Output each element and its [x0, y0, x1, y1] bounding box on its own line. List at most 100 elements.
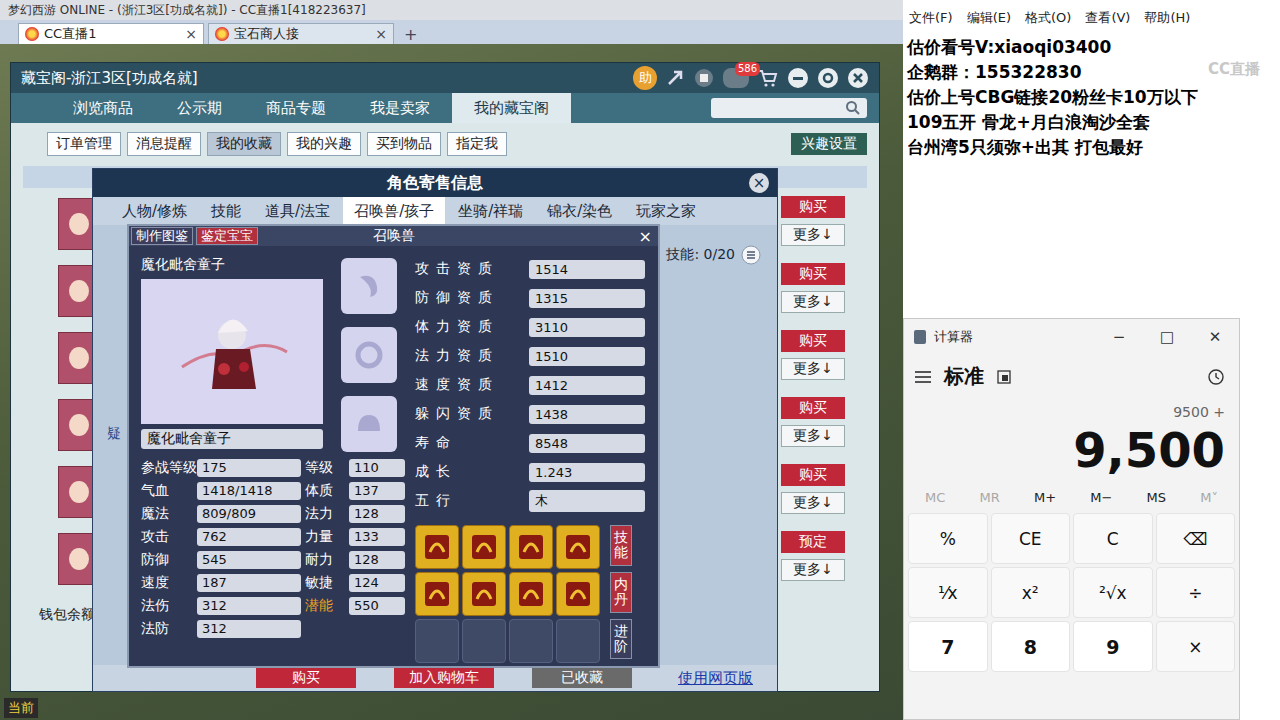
- side-button[interactable]: 进阶: [610, 619, 632, 660]
- minimize-icon[interactable]: [787, 67, 809, 89]
- stop-icon[interactable]: [693, 67, 715, 89]
- sub-tab[interactable]: 订单管理: [47, 132, 121, 156]
- help-button[interactable]: 助: [633, 66, 657, 90]
- calc-key[interactable]: 9: [1073, 621, 1153, 672]
- search-field[interactable]: [711, 98, 867, 118]
- pet-header-button[interactable]: 鉴定宝宝: [196, 227, 258, 245]
- more-button[interactable]: 更多↓: [781, 358, 845, 380]
- dialog-tab[interactable]: 玩家之家: [625, 197, 707, 225]
- skill-slot[interactable]: [415, 525, 459, 569]
- pet-close-button[interactable]: ×: [639, 227, 656, 246]
- equipment-slot[interactable]: [341, 396, 397, 452]
- skill-slot[interactable]: [415, 619, 459, 663]
- footer-button[interactable]: 加入购物车: [394, 668, 494, 688]
- browser-tab[interactable]: 宝石商人接×: [208, 23, 394, 44]
- side-button[interactable]: 内丹: [610, 572, 632, 613]
- window-control[interactable]: −: [1099, 328, 1139, 346]
- menu-item[interactable]: 格式(O): [1025, 9, 1071, 27]
- equipment-slot[interactable]: [341, 327, 397, 383]
- dialog-tab[interactable]: 坐骑/祥瑞: [447, 197, 534, 225]
- nav-tab[interactable]: 我是卖家: [348, 93, 452, 123]
- skill-slot[interactable]: [556, 572, 600, 616]
- equipment-slot[interactable]: [341, 258, 397, 314]
- calc-key[interactable]: ⌫: [1156, 513, 1236, 564]
- nav-tab[interactable]: 我的藏宝阁: [452, 93, 571, 123]
- calc-key[interactable]: %: [908, 513, 988, 564]
- skill-slot[interactable]: [462, 525, 506, 569]
- more-button[interactable]: 更多↓: [781, 224, 845, 246]
- sub-tab[interactable]: 指定我: [447, 132, 507, 156]
- nav-tab[interactable]: 浏览商品: [51, 93, 155, 123]
- sub-tab[interactable]: 消息提醒: [127, 132, 201, 156]
- share-icon[interactable]: [665, 68, 685, 88]
- close-icon[interactable]: [847, 67, 869, 89]
- memory-button[interactable]: M+: [1034, 490, 1056, 505]
- buy-button[interactable]: 购买: [781, 330, 845, 352]
- new-tab-button[interactable]: +: [398, 25, 423, 44]
- calc-key[interactable]: 8: [991, 621, 1071, 672]
- skill-slot[interactable]: [415, 572, 459, 616]
- menu-icon[interactable]: [914, 370, 932, 384]
- history-icon[interactable]: [1207, 368, 1225, 386]
- more-button[interactable]: 更多↓: [781, 425, 845, 447]
- settings-icon[interactable]: [817, 67, 839, 89]
- calc-key[interactable]: ¹⁄x: [908, 567, 988, 618]
- keep-on-top-icon[interactable]: [996, 369, 1012, 385]
- nav-tab[interactable]: 商品专题: [244, 93, 348, 123]
- list-icon[interactable]: [741, 245, 761, 265]
- pet-header-button[interactable]: 制作图鉴: [131, 227, 193, 245]
- sub-tab[interactable]: 我的收藏: [207, 132, 281, 156]
- web-version-link[interactable]: 使用网页版: [678, 669, 753, 688]
- menu-item[interactable]: 查看(V): [1085, 9, 1130, 27]
- menu-item[interactable]: 文件(F): [909, 9, 953, 27]
- dialog-tab[interactable]: 道具/法宝: [254, 197, 341, 225]
- skill-slot[interactable]: [509, 525, 553, 569]
- window-control[interactable]: ✕: [1195, 328, 1235, 346]
- buy-button[interactable]: 预定: [781, 531, 845, 553]
- dialog-tab[interactable]: 技能: [200, 197, 252, 225]
- tab-close-button[interactable]: ×: [375, 26, 387, 42]
- footer-button[interactable]: 已收藏: [532, 668, 632, 688]
- skill-slot[interactable]: [556, 619, 600, 663]
- tab-close-button[interactable]: ×: [185, 26, 197, 42]
- search-icon[interactable]: [845, 100, 861, 116]
- window-control[interactable]: □: [1147, 328, 1187, 346]
- calc-key[interactable]: 7: [908, 621, 988, 672]
- buy-button[interactable]: 购买: [781, 196, 845, 218]
- buy-button[interactable]: 购买: [781, 464, 845, 486]
- calc-key[interactable]: ÷: [1156, 567, 1236, 618]
- more-button[interactable]: 更多↓: [781, 492, 845, 514]
- more-button[interactable]: 更多↓: [781, 559, 845, 581]
- pet-name-field[interactable]: 魔化毗舍童子: [141, 429, 323, 449]
- calc-key[interactable]: ²√x: [1073, 567, 1153, 618]
- cart-icon[interactable]: [757, 68, 779, 88]
- menu-item[interactable]: 帮助(H): [1144, 9, 1190, 27]
- side-button[interactable]: 技能: [610, 525, 632, 566]
- memory-button[interactable]: M−: [1090, 490, 1112, 505]
- calc-key[interactable]: x²: [991, 567, 1071, 618]
- calc-key[interactable]: ×: [1156, 621, 1236, 672]
- sub-tab[interactable]: 我的兴趣: [287, 132, 361, 156]
- sub-tab[interactable]: 买到物品: [367, 132, 441, 156]
- calc-key[interactable]: C: [1073, 513, 1153, 564]
- dialog-tab[interactable]: 锦衣/染色: [536, 197, 623, 225]
- skill-slot[interactable]: [462, 572, 506, 616]
- buy-button[interactable]: 购买: [781, 263, 845, 285]
- skill-slot[interactable]: [556, 525, 600, 569]
- skill-slot[interactable]: [509, 619, 553, 663]
- skill-slot[interactable]: [462, 619, 506, 663]
- skill-slot[interactable]: [509, 572, 553, 616]
- more-button[interactable]: 更多↓: [781, 291, 845, 313]
- nav-tab[interactable]: 公示期: [155, 93, 244, 123]
- dialog-tab[interactable]: 人物/修炼: [111, 197, 198, 225]
- menu-item[interactable]: 编辑(E): [967, 9, 1011, 27]
- footer-button[interactable]: 购买: [256, 668, 356, 688]
- notepad-text[interactable]: 估价看号V:xiaoqi03400企鹅群：155322830估价上号CBG链接2…: [903, 31, 1280, 164]
- buy-button[interactable]: 购买: [781, 397, 845, 419]
- calc-key[interactable]: CE: [991, 513, 1071, 564]
- interest-settings-button[interactable]: 兴趣设置: [791, 133, 867, 155]
- dialog-tab[interactable]: 召唤兽/孩子: [343, 197, 445, 225]
- memory-button[interactable]: MS: [1147, 490, 1166, 505]
- message-icon[interactable]: 586: [723, 68, 749, 88]
- browser-tab[interactable]: CC直播1×: [18, 23, 204, 44]
